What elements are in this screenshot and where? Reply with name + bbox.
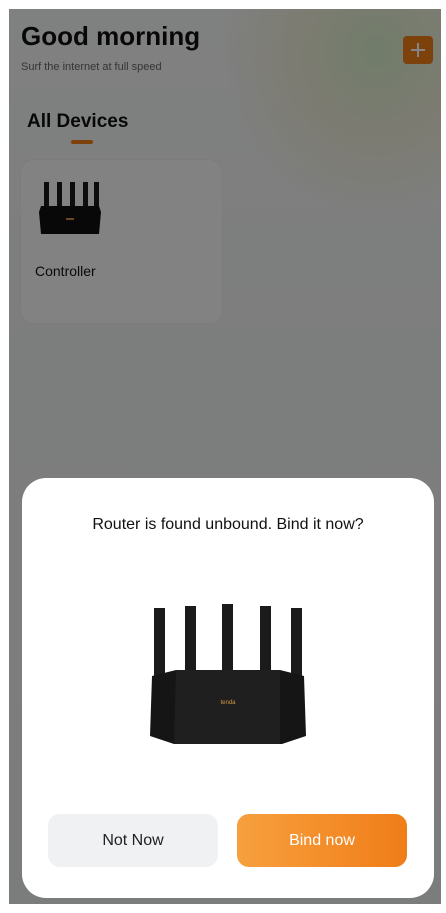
not-now-button[interactable]: Not Now <box>48 814 218 867</box>
router-brand-label: tenda <box>220 700 236 706</box>
bind-router-dialog: Router is found unbound. Bind it now? te… <box>22 478 434 898</box>
bind-now-button[interactable]: Bind now <box>237 814 407 867</box>
dialog-message: Router is found unbound. Bind it now? <box>92 516 364 533</box>
router-image: tenda <box>150 604 306 744</box>
